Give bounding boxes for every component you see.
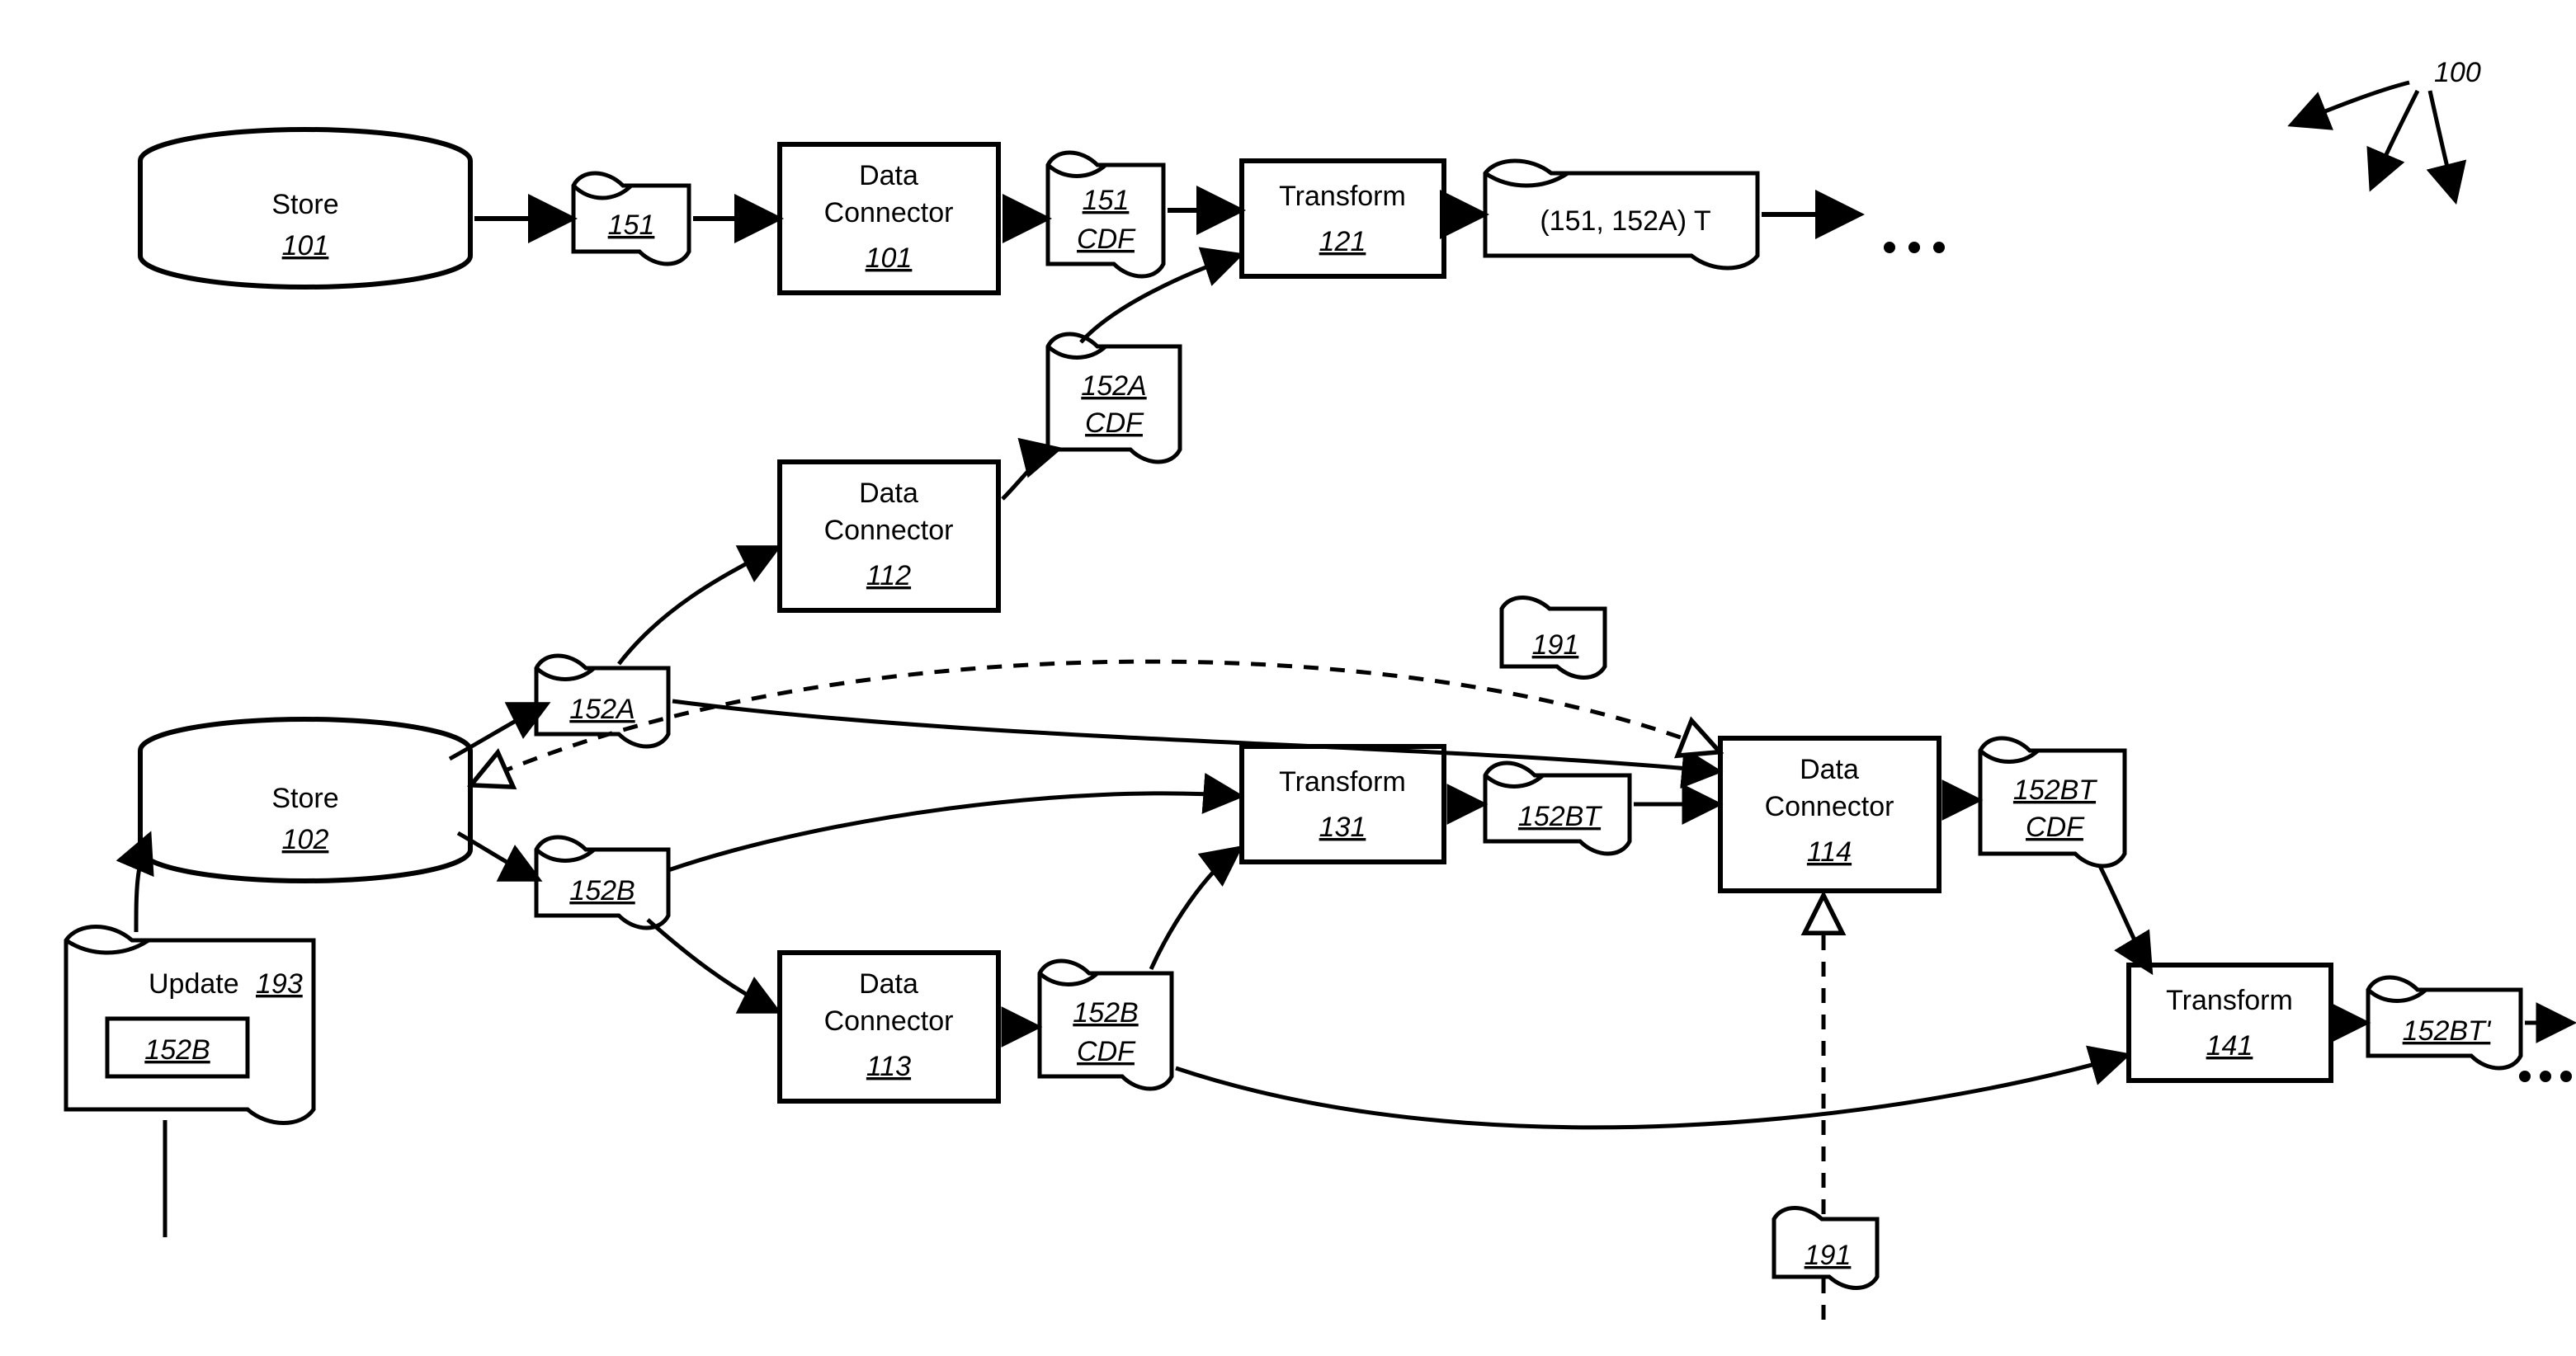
- store-102-ref: 102: [282, 824, 329, 855]
- doc-152a: 152A: [536, 656, 668, 746]
- figure-ref-100: 100: [2294, 57, 2481, 198]
- store-102: Store 102: [140, 719, 470, 881]
- arrow-dc112-152acdf: [1003, 450, 1056, 499]
- doc-152b-l1: 152B: [569, 875, 635, 906]
- doc-152bt-cdf: 152BT CDF: [1980, 738, 2125, 866]
- dc-114-l1: Data: [1800, 754, 1859, 785]
- dc-112-ref: 112: [866, 560, 911, 591]
- t141-label: Transform: [2166, 985, 2293, 1016]
- doc-152btprime-l1: 152BT': [2403, 1015, 2492, 1047]
- t131-label: Transform: [1279, 766, 1406, 798]
- dc-112-l1: Data: [859, 478, 918, 509]
- update-ref: 193: [256, 968, 303, 1000]
- doc-151-152a-t: (151, 152A) T: [1485, 161, 1757, 268]
- dc-112-l2: Connector: [824, 515, 954, 546]
- fig-ref: 100: [2434, 57, 2481, 88]
- doc-151cdf-l1: 151: [1083, 185, 1130, 216]
- transform-131: Transform 131: [1242, 746, 1444, 862]
- data-connector-112: Data Connector 112: [780, 462, 998, 610]
- doc-152btcdf-l2: CDF: [2026, 812, 2085, 843]
- dc-101-l2: Connector: [824, 197, 954, 228]
- store-102-label: Store: [271, 783, 338, 814]
- data-connector-114: Data Connector 114: [1720, 738, 1939, 891]
- dc-101-ref: 101: [866, 242, 913, 274]
- doc-152bt-prime: 152BT': [2368, 977, 2521, 1068]
- doc-update-193: Update 193 152B: [66, 927, 314, 1123]
- arrow-152b-t131: [668, 793, 1238, 870]
- doc-152bcdf-l1: 152B: [1073, 997, 1138, 1029]
- transform-141: Transform 141: [2129, 965, 2331, 1081]
- dc-114-ref: 114: [1807, 836, 1852, 868]
- doc-152bcdf-l2: CDF: [1077, 1036, 1136, 1067]
- doc-151cdf-l2: CDF: [1077, 224, 1136, 255]
- doc-152bt: 152BT: [1485, 763, 1630, 854]
- data-connector-101: Data Connector 101: [780, 144, 998, 293]
- doc-152a-l1: 152A: [569, 694, 635, 725]
- doc-152acdf-l1: 152A: [1081, 370, 1146, 402]
- doc-152btcdf-l1: 152BT: [2013, 775, 2097, 806]
- doc-152b: 152B: [536, 837, 668, 928]
- t121-ref: 121: [1319, 226, 1366, 257]
- update-inner: 152B: [144, 1034, 210, 1066]
- store-101-label: Store: [271, 189, 338, 220]
- arrow-152btcdf-t141: [2100, 866, 2149, 969]
- t141-ref: 141: [2206, 1030, 2253, 1062]
- data-connector-113: Data Connector 113: [780, 953, 998, 1101]
- doc-152a-cdf: 152A CDF: [1048, 334, 1180, 462]
- transform-121: Transform 121: [1242, 161, 1444, 276]
- doc-152b-cdf: 152B CDF: [1040, 961, 1172, 1089]
- doc-152bt-l1: 152BT: [1518, 801, 1602, 832]
- store-101: Store 101: [140, 129, 470, 287]
- doc-152acdf-l2: CDF: [1085, 407, 1144, 439]
- t121-label: Transform: [1279, 181, 1406, 212]
- doc-191-a: 191: [1502, 598, 1605, 678]
- dc-113-l2: Connector: [824, 1005, 954, 1037]
- arrow-152a-dc112: [619, 549, 776, 664]
- dc-113-l1: Data: [859, 968, 918, 1000]
- dc-114-l2: Connector: [1765, 791, 1894, 822]
- dc-101-l1: Data: [859, 160, 918, 191]
- doc-191b-l1: 191: [1805, 1240, 1852, 1271]
- ellipsis-top: [1884, 242, 1945, 253]
- doc-151-cdf: 151 CDF: [1048, 153, 1163, 276]
- update-label: Update: [149, 968, 239, 1000]
- doc-151-ref: 151: [608, 210, 655, 241]
- doc-151-152a-t-text: (151, 152A) T: [1540, 205, 1710, 237]
- t131-ref: 131: [1319, 812, 1366, 843]
- arrow-store102-152a: [450, 705, 545, 759]
- arrow-152bcdf-t131: [1151, 850, 1238, 969]
- doc-191a-l1: 191: [1532, 629, 1579, 661]
- arrow-152a-dc114: [672, 701, 1716, 771]
- doc-191-b: 191: [1774, 1208, 1877, 1288]
- arrow-152bcdf-t141: [1176, 1056, 2125, 1128]
- dc-113-ref: 113: [866, 1051, 911, 1082]
- ellipsis-bottom: [2519, 1071, 2572, 1082]
- doc-151: 151: [569, 173, 689, 264]
- arrow-152b-dc113: [648, 920, 776, 1010]
- store-101-ref: 101: [282, 230, 329, 261]
